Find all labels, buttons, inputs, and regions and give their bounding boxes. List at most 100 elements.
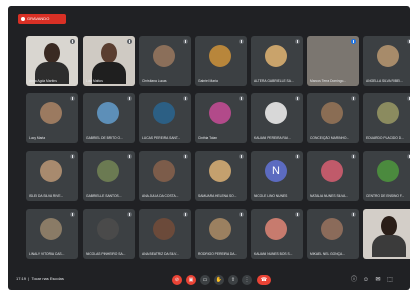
meeting-info: 17:19 | Tocar nas Escolas (16, 276, 64, 281)
participant-name: ISLEI DA SILVA RIVE... (29, 194, 64, 198)
participant-name: SAMUARA HELENA SO... (198, 194, 237, 198)
participant-name: ANGELLA SILVA RIBEI... (366, 79, 403, 83)
participant-tile[interactable]: CENTRO DE ENSINO F... (363, 151, 410, 201)
participant-avatar (209, 160, 231, 182)
participant-tile[interactable]: KAUANI PEREIRA RAI... (251, 93, 303, 143)
people-icon[interactable]: ☺ (362, 276, 370, 284)
mic-muted-icon (239, 39, 244, 44)
participant-avatar (209, 45, 231, 67)
caption-icon[interactable]: ▭ (200, 275, 210, 285)
participant-tile[interactable]: ALTERA GABRIELLE SA... (251, 36, 303, 86)
participant-avatar (377, 102, 399, 124)
participant-tile[interactable]: Gabriel Maria (195, 36, 247, 86)
participant-name: RODRIGO PEREIRA DA... (198, 252, 238, 256)
end-call-button[interactable]: ☎ (257, 275, 271, 285)
participant-name: LUCAS PEREIRA SANT... (142, 136, 181, 140)
participant-tile[interactable]: LUCAS PEREIRA SANT... (139, 93, 191, 143)
participant-tile[interactable] (363, 209, 410, 259)
participant-tile[interactable]: RODRIGO PEREIRA DA... (195, 209, 247, 259)
participant-tile[interactable]: Christiana Lucas (139, 36, 191, 86)
mic-muted-icon (295, 154, 300, 159)
mic-muted-icon (295, 212, 300, 217)
mic-muted-icon (239, 96, 244, 101)
participant-tile[interactable]: Cinthia Tolan (195, 93, 247, 143)
participant-tile[interactable]: EDUARDO PLACIDO D... (363, 93, 410, 143)
participant-avatar (40, 102, 62, 124)
mic-muted-icon (239, 154, 244, 159)
participant-avatar (97, 160, 119, 182)
mic-muted-icon (183, 154, 188, 159)
participant-tile[interactable]: SAMUARA HELENA SO... (195, 151, 247, 201)
meeting-time: 17:19 (16, 276, 27, 281)
mic-muted-icon (127, 212, 132, 217)
mic-muted-icon (127, 96, 132, 101)
participant-name: Luiz Mattos (86, 79, 103, 83)
participant-tile[interactable]: Lucy Maria (26, 93, 78, 143)
participant-tile[interactable]: GABRIEL DE BRITO O... (83, 93, 135, 143)
participant-name: CONCEIÇÃO MARINHO... (310, 136, 350, 140)
participant-tile[interactable]: Marcos Terra Domingo... (307, 36, 359, 86)
mic-muted-icon (183, 39, 188, 44)
participant-avatar (153, 160, 175, 182)
participant-avatar (265, 45, 287, 67)
mic-muted-icon (183, 212, 188, 217)
participant-tile[interactable]: GABRIELLE SANTOS... (83, 151, 135, 201)
participant-video-head (44, 43, 60, 63)
activities-icon[interactable]: ⬚ (386, 276, 394, 284)
participant-tile[interactable]: NICOLAS PINHEIRO SA... (83, 209, 135, 259)
participant-tile[interactable]: ANGELLA SILVA RIBEI... (363, 36, 410, 86)
meeting-title: Tocar nas Escolas (31, 276, 64, 281)
participant-name: NICOLAS PINHEIRO SA... (86, 252, 126, 256)
participant-name: ANA JULIA DA COSTA... (142, 194, 179, 198)
participant-tile[interactable]: ANA BEATRIZ DA SILV... (139, 209, 191, 259)
mic-muted-icon (127, 154, 132, 159)
participant-tile[interactable]: Anna Agda Martins (26, 36, 78, 86)
participant-name: NATALIA NUNES SILVA... (310, 194, 349, 198)
participant-avatar (321, 160, 343, 182)
participant-tile[interactable]: ANA JULIA DA COSTA... (139, 151, 191, 201)
mic-muted-icon (407, 96, 410, 101)
mic-muted-icon (70, 96, 75, 101)
participant-avatar (265, 102, 287, 124)
info-icon[interactable]: ⓘ (350, 276, 358, 284)
participant-avatar (321, 218, 343, 240)
participant-name: Christiana Lucas (142, 79, 167, 83)
participant-name: KAUANI NUNES BOS S... (254, 252, 293, 256)
participant-name: Anna Agda Martins (29, 79, 57, 83)
participant-avatar (153, 45, 175, 67)
mic-muted-icon (407, 154, 410, 159)
mic-muted-icon (70, 154, 75, 159)
mic-muted-icon (295, 39, 300, 44)
participant-avatar (153, 102, 175, 124)
participant-avatar (209, 218, 231, 240)
more-icon[interactable]: ⋮ (242, 275, 252, 285)
participant-avatar (209, 102, 231, 124)
camera-off-icon[interactable]: ▣ (186, 275, 196, 285)
participant-tile[interactable]: LINALY VITORIA CAS... (26, 209, 78, 259)
participant-name: KAUANI PEREIRA RAI... (254, 136, 291, 140)
participant-video-head (101, 43, 117, 63)
participant-avatar (40, 160, 62, 182)
recording-badge: GRAVANDO (18, 14, 66, 24)
participant-tile[interactable]: MIKAEL NEL GONÇA... (307, 209, 359, 259)
participant-tile[interactable]: Luiz Mattos (83, 36, 135, 86)
mic-muted-icon (351, 39, 356, 44)
participant-avatar (97, 218, 119, 240)
mic-muted-icon (351, 212, 356, 217)
participant-tile[interactable]: KAUANI NUNES BOS S... (251, 209, 303, 259)
chat-icon[interactable]: ✉ (374, 276, 382, 284)
avatar-letter: N (272, 165, 280, 177)
participant-name: EDUARDO PLACIDO D... (366, 136, 404, 140)
participant-tile[interactable]: N NICOLE LINO NUNES (251, 151, 303, 201)
raise-hand-icon[interactable]: ✋ (214, 275, 224, 285)
present-icon[interactable]: ⇧ (228, 275, 238, 285)
participant-avatar (153, 218, 175, 240)
mic-off-icon[interactable]: ⊘ (172, 275, 182, 285)
bottom-toolbar: 17:19 | Tocar nas Escolas ⊘ ▣ ▭ ✋ ⇧ ⋮ ☎ ⓘ ☺ ✉ ⬚ (8, 270, 410, 290)
participant-tile[interactable]: ISLEI DA SILVA RIVE... (26, 151, 78, 201)
participant-name: GABRIEL DE BRITO O... (86, 136, 123, 140)
participant-name: GABRIELLE SANTOS... (86, 194, 122, 198)
participant-tile[interactable]: NATALIA NUNES SILVA... (307, 151, 359, 201)
mic-muted-icon (70, 212, 75, 217)
participant-tile[interactable]: CONCEIÇÃO MARINHO... (307, 93, 359, 143)
